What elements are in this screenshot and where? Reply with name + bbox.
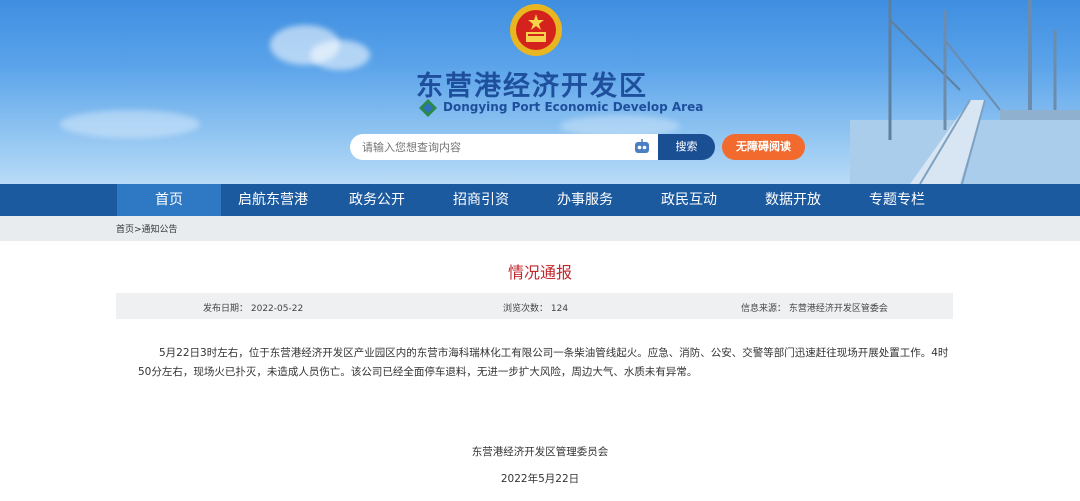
national-emblem-icon bbox=[510, 4, 562, 56]
search-button[interactable]: 搜索 bbox=[658, 134, 715, 160]
publish-date: 发布日期： 2022-05-22 bbox=[203, 304, 304, 314]
search-box bbox=[350, 134, 658, 160]
robot-assistant-icon[interactable] bbox=[632, 138, 652, 156]
view-count: 浏览次数： 124 bbox=[503, 304, 569, 314]
site-subtitle: Dongying Port Economic Develop Area bbox=[443, 100, 704, 114]
nav-item-gov-info[interactable]: 政务公开 bbox=[325, 184, 429, 216]
nav-item-open-data[interactable]: 数据开放 bbox=[741, 184, 845, 216]
article-title: 情况通报 bbox=[507, 263, 572, 282]
article-signature: 东营港经济开发区管理委员会 bbox=[471, 446, 609, 458]
article-date: 2022年5月22日 bbox=[500, 473, 580, 485]
cloud-decoration bbox=[310, 40, 370, 70]
nav-item-special-topics[interactable]: 专题专栏 bbox=[845, 184, 949, 216]
nav-item-interaction[interactable]: 政民互动 bbox=[637, 184, 741, 216]
cloud-decoration bbox=[60, 110, 200, 138]
port-illustration bbox=[850, 0, 1080, 184]
main-nav: 首页 启航东营港 政务公开 招商引资 办事服务 政民互动 数据开放 专题专栏 bbox=[0, 184, 1080, 216]
breadcrumb[interactable]: 首页>通知公告 bbox=[116, 222, 178, 235]
nav-item-services[interactable]: 办事服务 bbox=[533, 184, 637, 216]
info-source: 信息来源： 东营港经济开发区管委会 bbox=[741, 304, 888, 314]
article-body: 5月22日3时左右，位于东营港经济开发区产业园区内的东营市海科瑞林化工有限公司一… bbox=[138, 347, 949, 378]
nav-item-about-port[interactable]: 启航东营港 bbox=[221, 184, 325, 216]
site-header: 东营港经济开发区 Dongying Port Economic Develop … bbox=[0, 0, 1080, 184]
breadcrumb-bar: 首页>通知公告 bbox=[0, 216, 1080, 241]
article-meta: 发布日期： 2022-05-22 浏览次数： 124 信息来源： 东营港经济开发… bbox=[116, 293, 953, 319]
nav-item-investment[interactable]: 招商引资 bbox=[429, 184, 533, 216]
accessibility-reading-button[interactable]: 无障碍阅读 bbox=[722, 134, 805, 160]
search-input[interactable] bbox=[350, 134, 620, 160]
site-title: 东营港经济开发区 bbox=[416, 71, 648, 102]
site-logo-icon bbox=[419, 99, 437, 117]
nav-item-home[interactable]: 首页 bbox=[117, 184, 221, 216]
